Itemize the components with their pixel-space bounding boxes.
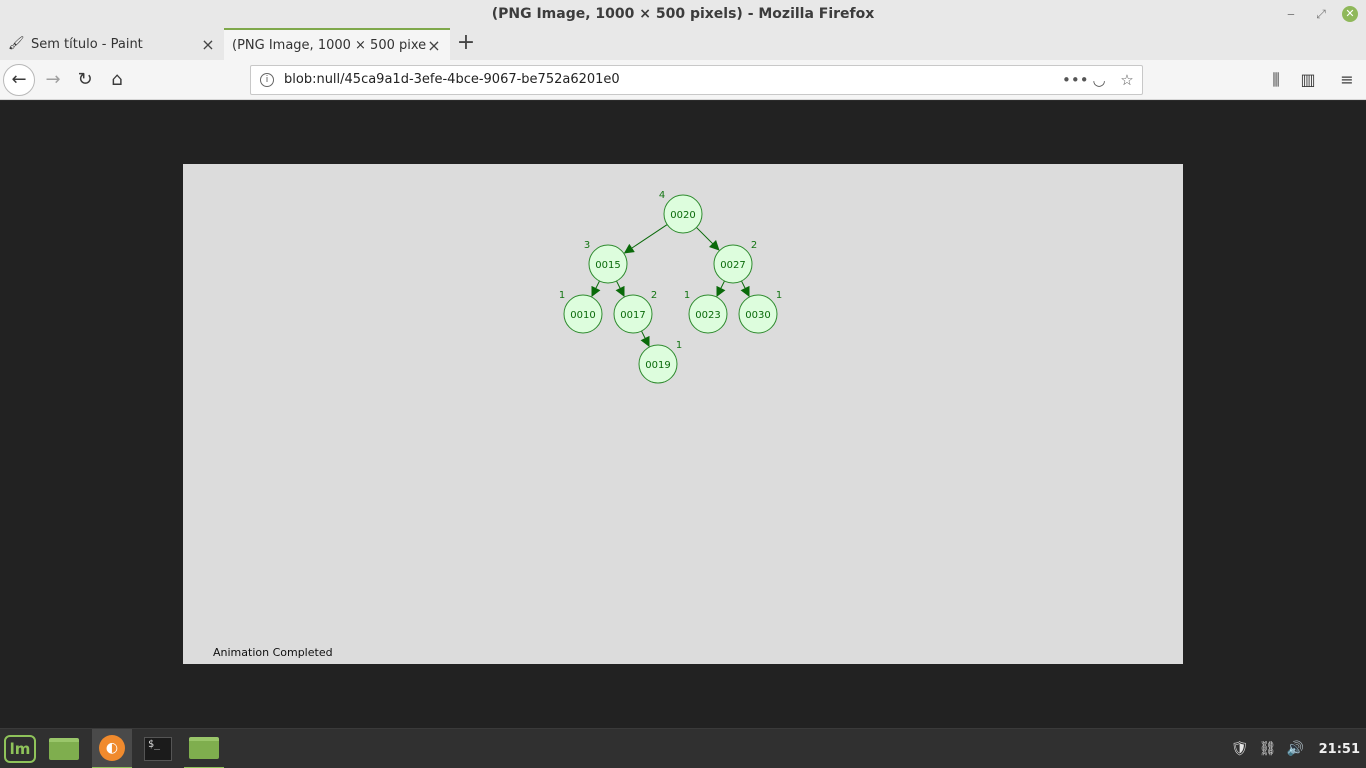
close-tab-icon[interactable]: × <box>426 36 442 55</box>
page-actions: ••• ◡ ☆ <box>1062 66 1136 94</box>
tree-node-height-label: 1 <box>559 290 565 301</box>
page-actions-more-icon[interactable]: ••• <box>1062 66 1089 94</box>
tree-edge <box>696 227 720 251</box>
tab-paint[interactable]: 🖌 Sem título - Paint × <box>0 28 224 60</box>
volume-icon[interactable]: 🔊 <box>1287 741 1305 757</box>
tab-png-image[interactable]: (PNG Image, 1000 × 500 pixels) × <box>224 28 450 60</box>
tree-node: 0019 1 <box>638 340 682 384</box>
tree-edge <box>716 280 726 298</box>
taskbar-files-launcher[interactable] <box>44 729 84 768</box>
tree-node-height-label: 1 <box>676 340 682 351</box>
tree-node-height-label: 4 <box>659 190 665 201</box>
tree-node-label: 0030 <box>745 310 770 321</box>
paint-icon: 🖌 <box>8 36 25 51</box>
shield-icon[interactable]: 🛡 <box>1231 741 1249 757</box>
bookmark-star-icon[interactable]: ☆ <box>1118 66 1136 94</box>
tab-label: Sem título - Paint <box>31 36 143 52</box>
forward-button[interactable]: → <box>37 64 69 96</box>
tab-strip: 🖌 Sem título - Paint × (PNG Image, 1000 … <box>0 28 1366 60</box>
library-icon[interactable]: ⫼ <box>1262 64 1290 96</box>
window-titlebar: (PNG Image, 1000 × 500 pixels) - Mozilla… <box>0 0 1366 28</box>
mint-menu-button[interactable]: lm <box>0 729 40 768</box>
tab-label: (PNG Image, 1000 × 500 pixels) <box>232 37 426 53</box>
terminal-icon: $_ <box>144 737 172 761</box>
close-tab-icon[interactable]: × <box>200 35 216 54</box>
tree-node: 0020 4 <box>659 190 703 234</box>
tree-node: 0023 1 <box>684 290 728 334</box>
url-text[interactable]: blob:null/45ca9a1d-3efe-4bce-9067-be752a… <box>284 66 620 94</box>
window-title: (PNG Image, 1000 × 500 pixels) - Mozilla… <box>491 6 875 22</box>
sidebar-icon[interactable]: ▥ <box>1294 64 1322 96</box>
avl-tree-diagram: 0020 4 0015 3 0027 2 0010 1 0017 2 0023 1 0030 1 0019 1 <box>559 190 782 384</box>
tree-edge <box>591 280 601 298</box>
folder-icon <box>49 738 79 760</box>
tree-node-height-label: 3 <box>584 240 590 251</box>
folder-icon <box>189 737 219 759</box>
tree-node: 0030 1 <box>738 290 782 334</box>
tree-node-label: 0010 <box>570 310 595 321</box>
address-bar[interactable]: i blob:null/45ca9a1d-3efe-4bce-9067-be75… <box>250 65 1143 95</box>
tree-node-label: 0027 <box>720 260 745 271</box>
mint-logo-icon: lm <box>4 735 36 763</box>
pocket-icon[interactable]: ◡ <box>1090 66 1108 94</box>
tree-node-label: 0023 <box>695 310 720 321</box>
reload-button[interactable]: ↻ <box>69 64 101 96</box>
tree-node: 0017 2 <box>613 290 657 334</box>
network-icon[interactable]: ⛓ <box>1259 741 1277 757</box>
tree-node-label: 0017 <box>620 310 645 321</box>
window-controls: ‒ ⤢ ✕ <box>1282 5 1358 23</box>
new-tab-button[interactable]: + <box>456 32 476 56</box>
tree-node-height-label: 1 <box>776 290 782 301</box>
navigation-toolbar: ← → ↻ ⌂ i blob:null/45ca9a1d-3efe-4bce-9… <box>0 60 1366 100</box>
close-window-button[interactable]: ✕ <box>1342 6 1358 22</box>
firefox-icon: ◐ <box>99 735 125 761</box>
tree-node: 0027 2 <box>713 240 757 284</box>
clock[interactable]: 21:51 <box>1315 742 1360 757</box>
taskbar-firefox[interactable]: ◐ <box>92 729 132 768</box>
home-button[interactable]: ⌂ <box>101 64 133 96</box>
minimize-button[interactable]: ‒ <box>1282 5 1300 23</box>
tree-node-height-label: 2 <box>651 290 657 301</box>
tree-edge <box>623 224 668 254</box>
system-tray: 🛡 ⛓ 🔊 21:51 <box>1231 729 1366 768</box>
back-button[interactable]: ← <box>3 64 35 96</box>
tree-edge <box>740 280 750 298</box>
maximize-button[interactable]: ⤢ <box>1312 5 1330 23</box>
tree-edge <box>640 330 650 348</box>
taskbar: lm ◐ $_ 🛡 ⛓ 🔊 21:51 <box>0 728 1366 768</box>
tree-node: 0010 1 <box>559 290 603 334</box>
tree-node-height-label: 1 <box>684 290 690 301</box>
status-text: Animation Completed <box>213 646 333 659</box>
tree-edge <box>615 280 625 298</box>
hamburger-menu-icon[interactable]: ≡ <box>1333 64 1361 96</box>
info-icon[interactable]: i <box>260 73 274 87</box>
tree-node: 0015 3 <box>584 240 628 284</box>
png-image: 0020 4 0015 3 0027 2 0010 1 0017 2 0023 1 0030 1 0019 1… <box>183 164 1183 664</box>
taskbar-terminal[interactable]: $_ <box>138 729 178 768</box>
tree-node-label: 0020 <box>670 210 695 221</box>
taskbar-files-window[interactable] <box>184 729 224 768</box>
tree-node-label: 0019 <box>645 360 670 371</box>
tree-node-height-label: 2 <box>751 240 757 251</box>
tree-node-label: 0015 <box>595 260 620 271</box>
page-content: 0020 4 0015 3 0027 2 0010 1 0017 2 0023 1 0030 1 0019 1… <box>0 101 1366 728</box>
